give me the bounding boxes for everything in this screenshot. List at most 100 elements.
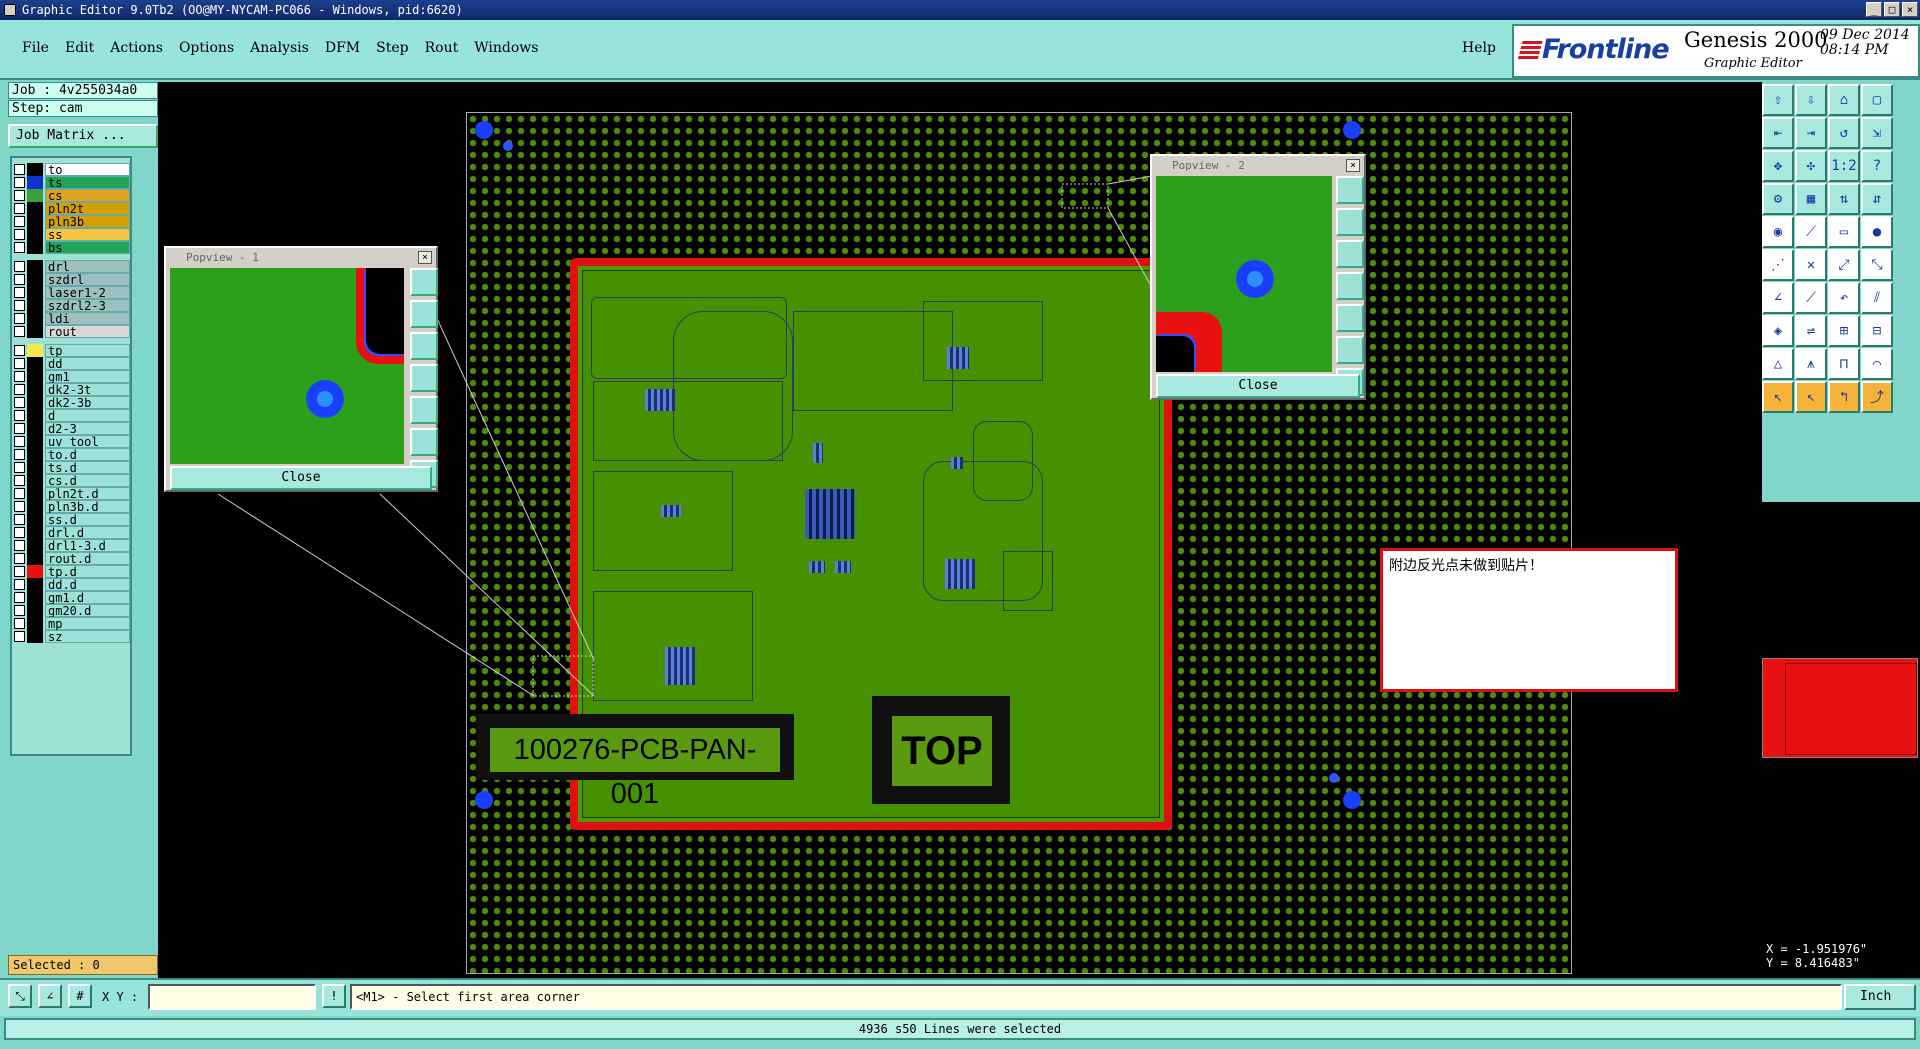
- connect-icon[interactable]: ⋰: [1762, 249, 1794, 281]
- menu-file[interactable]: File: [14, 40, 57, 56]
- close-icon[interactable]: ×: [1902, 2, 1918, 17]
- layer-row[interactable]: sz: [14, 629, 130, 644]
- close-icon[interactable]: ×: [418, 251, 432, 264]
- layer-checkbox[interactable]: [14, 566, 25, 577]
- zoom-out-icon[interactable]: [1336, 240, 1364, 268]
- pointer-alt-icon[interactable]: ⤴: [1861, 381, 1893, 413]
- layer-color-swatch[interactable]: [27, 241, 43, 254]
- rotate-icon[interactable]: ↶: [1828, 282, 1860, 314]
- layer-checkbox[interactable]: [14, 177, 25, 188]
- layer-checkbox[interactable]: [14, 229, 25, 240]
- popview-2-close-button[interactable]: Close: [1156, 374, 1360, 398]
- layer-row[interactable]: bs: [14, 240, 130, 255]
- select-alt-icon[interactable]: ↖: [1795, 381, 1827, 413]
- next-icon[interactable]: ⇥: [1795, 117, 1827, 149]
- popview-1-close-button[interactable]: Close: [170, 466, 432, 490]
- menu-options[interactable]: Options: [171, 40, 242, 56]
- layer-checkbox[interactable]: [14, 423, 25, 434]
- pad-add-icon[interactable]: ◈: [1762, 315, 1794, 347]
- layer-checkbox[interactable]: [14, 501, 25, 512]
- layer-checkbox[interactable]: [14, 553, 25, 564]
- layer-checkbox[interactable]: [14, 300, 25, 311]
- layer-checkbox[interactable]: [14, 164, 25, 175]
- zoom-all-icon[interactable]: ✣: [1795, 150, 1827, 182]
- menu-edit[interactable]: Edit: [57, 40, 102, 56]
- scale-icon[interactable]: 1:2: [1828, 150, 1860, 182]
- layer-checkbox[interactable]: [14, 326, 25, 337]
- prev-icon[interactable]: ⇤: [1762, 117, 1794, 149]
- layer-up-icon[interactable]: ⇅: [1828, 183, 1860, 215]
- layer-checkbox[interactable]: [14, 605, 25, 616]
- layer-checkbox[interactable]: [14, 287, 25, 298]
- circle-icon[interactable]: ●: [1861, 216, 1893, 248]
- layer-checkbox[interactable]: [14, 371, 25, 382]
- swap-icon[interactable]: ⇌: [1795, 315, 1827, 347]
- layer-row[interactable]: rout: [14, 324, 130, 339]
- home-icon[interactable]: ⌂: [1828, 84, 1860, 116]
- line-icon[interactable]: ⟋: [1795, 216, 1827, 248]
- redo-icon[interactable]: ⇲: [1861, 117, 1893, 149]
- shrink-icon[interactable]: ⤡: [1861, 249, 1893, 281]
- zoom-out-icon[interactable]: [410, 332, 438, 360]
- unit-selector[interactable]: Inch: [1844, 984, 1916, 1010]
- layer-color-swatch[interactable]: [27, 630, 43, 643]
- curve-icon[interactable]: ⌒: [1861, 348, 1893, 380]
- layer-checkbox[interactable]: [14, 618, 25, 629]
- maximize-icon[interactable]: □: [1884, 2, 1900, 17]
- triangle-icon[interactable]: △: [1762, 348, 1794, 380]
- pointer-icon[interactable]: ↰: [1828, 381, 1860, 413]
- zoom-fit-icon[interactable]: [1336, 176, 1364, 204]
- grid-icon[interactable]: #: [68, 984, 92, 1008]
- layer-checkbox[interactable]: [14, 190, 25, 201]
- help-icon[interactable]: ?: [1861, 150, 1893, 182]
- graphic-canvas[interactable]: 100276-PCB-PAN-001 TOP Popview - 1 × Clos…: [158, 82, 1760, 978]
- delete-icon[interactable]: ✕: [1795, 249, 1827, 281]
- menu-step[interactable]: Step: [368, 40, 416, 56]
- popview-2-viewport[interactable]: [1156, 176, 1332, 372]
- layer-down-icon[interactable]: ⇵: [1861, 183, 1893, 215]
- slope-icon[interactable]: ⟋: [1795, 282, 1827, 314]
- add-icon[interactable]: ⊞: [1828, 315, 1860, 347]
- undo-icon[interactable]: ↺: [1828, 117, 1860, 149]
- remove-icon[interactable]: ⊟: [1861, 315, 1893, 347]
- arc-icon[interactable]: ⩚: [1795, 348, 1827, 380]
- layer-name[interactable]: bs: [45, 241, 130, 255]
- xy-input[interactable]: [148, 984, 316, 1010]
- zoom-in-icon[interactable]: [410, 300, 438, 328]
- layer-checkbox[interactable]: [14, 488, 25, 499]
- copy-up-icon[interactable]: ⇧: [1762, 84, 1794, 116]
- stretch-icon[interactable]: ⤢: [1828, 249, 1860, 281]
- parallel-icon[interactable]: ⫽: [1861, 282, 1893, 314]
- window-icon[interactable]: ▢: [1861, 84, 1893, 116]
- snap-icon[interactable]: ⤡: [8, 984, 32, 1008]
- menu-windows[interactable]: Windows: [466, 40, 546, 56]
- zoom-center-icon[interactable]: ✥: [1762, 150, 1794, 182]
- menu-analysis[interactable]: Analysis: [242, 40, 317, 56]
- angle-icon[interactable]: ∠: [1762, 282, 1794, 314]
- close-icon[interactable]: ×: [1346, 159, 1360, 172]
- zoom-in-icon[interactable]: [1336, 208, 1364, 236]
- popview-1-viewport[interactable]: [170, 268, 404, 464]
- layer-checkbox[interactable]: [14, 436, 25, 447]
- pan-left-icon[interactable]: [410, 364, 438, 392]
- gate-icon[interactable]: ⊓: [1828, 348, 1860, 380]
- layer-checkbox[interactable]: [14, 592, 25, 603]
- layer-checkbox[interactable]: [14, 345, 25, 356]
- center-icon[interactable]: [1336, 336, 1364, 364]
- menu-actions[interactable]: Actions: [102, 40, 171, 56]
- layer-checkbox[interactable]: [14, 216, 25, 227]
- layer-checkbox[interactable]: [14, 449, 25, 460]
- layer-checkbox[interactable]: [14, 384, 25, 395]
- layer-name[interactable]: rout: [45, 325, 130, 339]
- menu-dfm[interactable]: DFM: [317, 40, 368, 56]
- copy-down-icon[interactable]: ⇩: [1795, 84, 1827, 116]
- grid-icon[interactable]: ▦: [1795, 183, 1827, 215]
- layer-checkbox[interactable]: [14, 242, 25, 253]
- layer-checkbox[interactable]: [14, 203, 25, 214]
- pad-icon[interactable]: ◉: [1762, 216, 1794, 248]
- layer-checkbox[interactable]: [14, 274, 25, 285]
- layer-name[interactable]: sz: [45, 630, 130, 644]
- layer-checkbox[interactable]: [14, 631, 25, 642]
- settings-icon[interactable]: ⚙: [1762, 183, 1794, 215]
- center-icon[interactable]: [410, 428, 438, 456]
